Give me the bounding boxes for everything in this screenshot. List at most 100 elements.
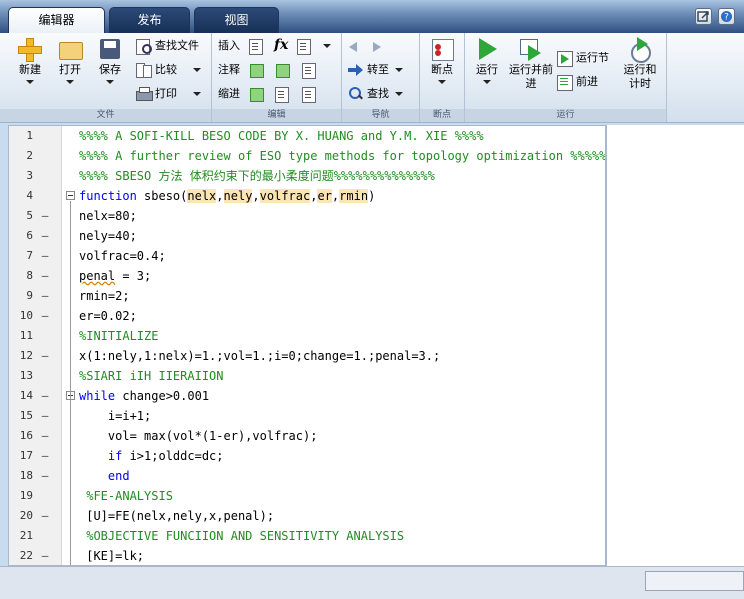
code-line[interactable]: 15– i=i+1; [9,406,605,426]
code-text[interactable]: volfrac=0.4; [79,246,166,266]
insert-function-icon[interactable]: fx [274,37,288,53]
breakpoint-marker[interactable]: – [39,306,51,326]
code-text[interactable]: nelx=80; [79,206,137,226]
code-text[interactable]: x(1:nely,1:nelx)=1.;vol=1.;i=0;change=1.… [79,346,440,366]
breakpoint-marker[interactable]: – [39,206,51,226]
code-text[interactable]: er=0.02; [79,306,137,326]
insert-more-button[interactable] [296,36,331,56]
breakpoint-marker[interactable]: – [39,346,51,366]
tab-view[interactable]: 视图 [194,7,279,33]
code-line[interactable]: 18– end [9,466,605,486]
code-text[interactable]: [U]=FE(nelx,nely,x,penal); [79,506,274,526]
run-and-time-button[interactable]: 运行和计时 [620,37,660,91]
breakpoint-marker[interactable]: – [39,266,51,286]
code-editor[interactable]: 1 %%%% A SOFI-KILL BESO CODE BY X. HUANG … [8,125,606,566]
back-forward-buttons[interactable] [348,36,386,56]
code-text[interactable]: function sbeso(nelx,nely,volfrac,er,rmin… [79,186,375,206]
help-icon[interactable]: ? [718,8,735,25]
code-text[interactable]: end [79,466,130,486]
code-line[interactable]: 3 %%%% SBESO 方法 体积约束下的最小柔度问题%%%%%%%%%%%%%… [9,166,605,186]
ribbon: 新建 打开 保存 查找文件 比较 打印 文件 插入 fx 注释 缩进 编辑 转至… [0,33,744,123]
code-line[interactable]: 10– er=0.02; [9,306,605,326]
fold-toggle-icon[interactable] [66,191,75,200]
breakpoint-marker[interactable]: – [39,466,51,486]
chevron-down-icon [106,80,114,84]
save-button[interactable]: 保存 [90,37,130,84]
compare-label: 比较 [155,63,177,76]
breakpoint-marker[interactable]: – [39,226,51,246]
insert-button[interactable]: 插入 [218,36,267,56]
code-text[interactable]: %FE-ANALYSIS [79,486,173,506]
breakpoint-marker[interactable]: – [39,286,51,306]
code-text[interactable]: while change>0.001 [79,386,209,406]
code-line[interactable]: 16– vol= max(vol*(1-er),volfrac); [9,426,605,446]
line-number: 9 [26,289,33,302]
chevron-down-icon [26,80,34,84]
code-text[interactable]: vol= max(vol*(1-er),volfrac); [79,426,318,446]
run-and-advance-icon [518,37,544,61]
fold-guide-line [70,201,71,401]
code-line[interactable]: 8– penal = 3; [9,266,605,286]
indent-button[interactable]: 缩进 [218,84,320,104]
chevron-down-icon [483,80,491,84]
code-line[interactable]: 19 %FE-ANALYSIS [9,486,605,506]
breakpoint-marker[interactable]: – [39,386,51,406]
run-label: 运行 [476,63,498,76]
find-files-button[interactable]: 查找文件 [136,36,199,56]
breakpoint-marker[interactable]: – [39,446,51,466]
code-text[interactable]: %%%% A SOFI-KILL BESO CODE BY X. HUANG a… [79,126,484,146]
code-line[interactable]: 14– while change>0.001 [9,386,605,406]
line-number: 1 [26,129,33,142]
code-line[interactable]: 1 %%%% A SOFI-KILL BESO CODE BY X. HUANG … [9,126,605,146]
print-button[interactable]: 打印 [136,84,201,104]
code-line[interactable]: 9– rmin=2; [9,286,605,306]
code-line[interactable]: 4 function sbeso(nelx,nely,volfrac,er,rmi… [9,186,605,206]
code-text[interactable]: if i>1;olddc=dc; [79,446,224,466]
breakpoints-button[interactable]: 断点 [422,37,462,84]
code-text[interactable]: %%%% SBESO 方法 体积约束下的最小柔度问题%%%%%%%%%%%%%% [79,166,435,186]
breakpoint-marker[interactable]: – [39,546,51,565]
code-line[interactable]: 22– [KE]=lk; [9,546,605,565]
code-text[interactable]: [KE]=lk; [79,546,144,565]
open-button[interactable]: 打开 [50,37,90,84]
new-button[interactable]: 新建 [10,37,50,84]
code-line[interactable]: 2 %%%% A further review of ESO type metho… [9,146,605,166]
code-text[interactable]: %SIARI iIH IIERAIION [79,366,224,386]
code-line[interactable]: 21 %OBJECTIVE FUNCIION AND SENSITIVITY A… [9,526,605,546]
breakpoint-marker[interactable]: – [39,426,51,446]
code-line[interactable]: 5– nelx=80; [9,206,605,226]
breakpoint-marker[interactable]: – [39,246,51,266]
advance-button[interactable]: 前进 [557,72,598,92]
comment-button[interactable]: 注释 [218,60,320,80]
code-line[interactable]: 7– volfrac=0.4; [9,246,605,266]
code-text[interactable]: %%%% A further review of ESO type method… [79,146,605,166]
compare-button[interactable]: 比较 [136,60,201,80]
goto-label: 转至 [367,63,389,76]
line-number: 19 [19,489,33,502]
code-line[interactable]: 12– x(1:nely,1:nelx)=1.;vol=1.;i=0;change… [9,346,605,366]
run-button[interactable]: 运行 [467,37,507,84]
code-text[interactable]: nely=40; [79,226,137,246]
code-text[interactable]: i=i+1; [79,406,151,426]
undock-icon[interactable] [695,8,712,25]
run-and-advance-button[interactable]: 运行并前进 [509,37,553,91]
code-text[interactable]: %OBJECTIVE FUNCIION AND SENSITIVITY ANAL… [79,526,404,546]
code-line[interactable]: 6– nely=40; [9,226,605,246]
code-text[interactable]: penal = 3; [79,266,151,286]
tab-editor[interactable]: 编辑器 [8,7,105,34]
run-section-button[interactable]: 运行节 [557,48,609,68]
code-line[interactable]: 20– [U]=FE(nelx,nely,x,penal); [9,506,605,526]
code-text[interactable]: %INITIALIZE [79,326,158,346]
breakpoint-marker[interactable]: – [39,406,51,426]
tab-publish[interactable]: 发布 [109,7,190,33]
breakpoint-marker[interactable]: – [39,506,51,526]
find-button[interactable]: 查找 [348,84,403,104]
code-line[interactable]: 13 %SIARI iIH IIERAIION [9,366,605,386]
matrix-icon [296,38,312,55]
breakpoint-icon [429,37,455,61]
indent-label: 缩进 [218,87,240,100]
code-line[interactable]: 11 %INITIALIZE [9,326,605,346]
code-line[interactable]: 17– if i>1;olddc=dc; [9,446,605,466]
code-text[interactable]: rmin=2; [79,286,130,306]
goto-button[interactable]: 转至 [348,60,403,80]
